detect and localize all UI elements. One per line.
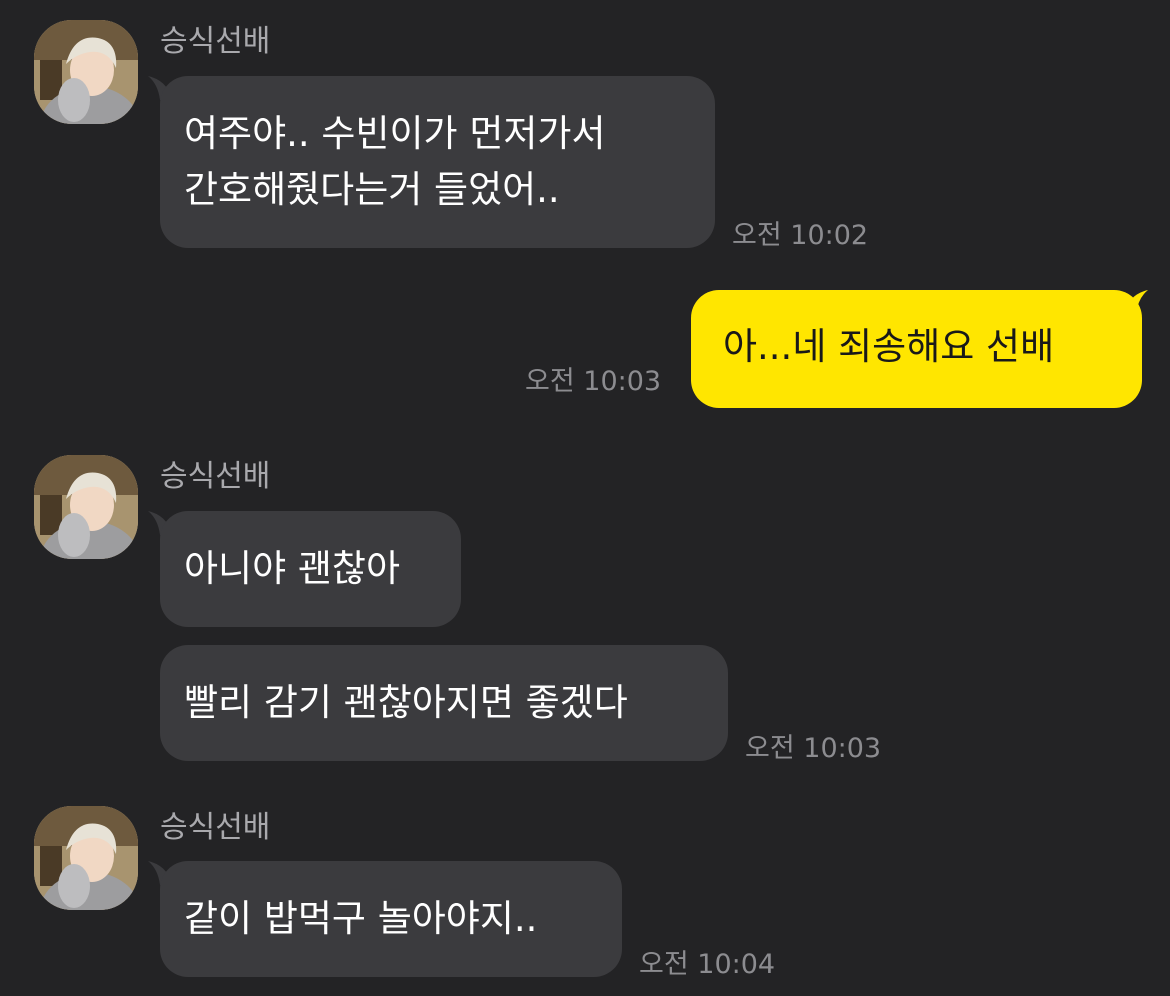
- sender-name: 승식선배: [160, 24, 271, 59]
- profile-photo-icon: [34, 20, 138, 124]
- sender-avatar[interactable]: [34, 806, 138, 910]
- message-bubble[interactable]: 여주야.. 수빈이가 먼저가서 간호해줬다는거 들었어..: [160, 76, 715, 248]
- message-text-line: 여주야.. 수빈이가 먼저가서: [184, 112, 606, 155]
- message-time: 오전 10:04: [639, 949, 776, 980]
- message-text: 아니야 괜찮아: [184, 547, 401, 590]
- profile-photo-icon: [34, 455, 138, 559]
- message-time: 오전 10:02: [732, 220, 869, 251]
- message-text-line: 간호해줬다는거 들었어..: [184, 168, 560, 211]
- message-bubble[interactable]: 아니야 괜찮아: [160, 511, 461, 627]
- message-time: 오전 10:03: [745, 733, 882, 764]
- sender-name: 승식선배: [160, 810, 271, 845]
- bubble-tail-outgoing: [1124, 290, 1148, 314]
- sender-avatar[interactable]: [34, 455, 138, 559]
- message-text: 같이 밥먹구 놀아야지..: [184, 897, 538, 940]
- sender-name: 승식선배: [160, 459, 271, 494]
- message-bubble-outgoing[interactable]: 아...네 죄송해요 선배: [691, 290, 1142, 408]
- message-text: 아...네 죄송해요 선배: [723, 325, 1055, 368]
- sender-avatar[interactable]: [34, 20, 138, 124]
- message-bubble[interactable]: 빨리 감기 괜찮아지면 좋겠다: [160, 645, 728, 761]
- message-time: 오전 10:03: [525, 366, 662, 397]
- message-text: 빨리 감기 괜찮아지면 좋겠다: [184, 681, 628, 724]
- message-bubble[interactable]: 같이 밥먹구 놀아야지..: [160, 861, 622, 977]
- profile-photo-icon: [34, 806, 138, 910]
